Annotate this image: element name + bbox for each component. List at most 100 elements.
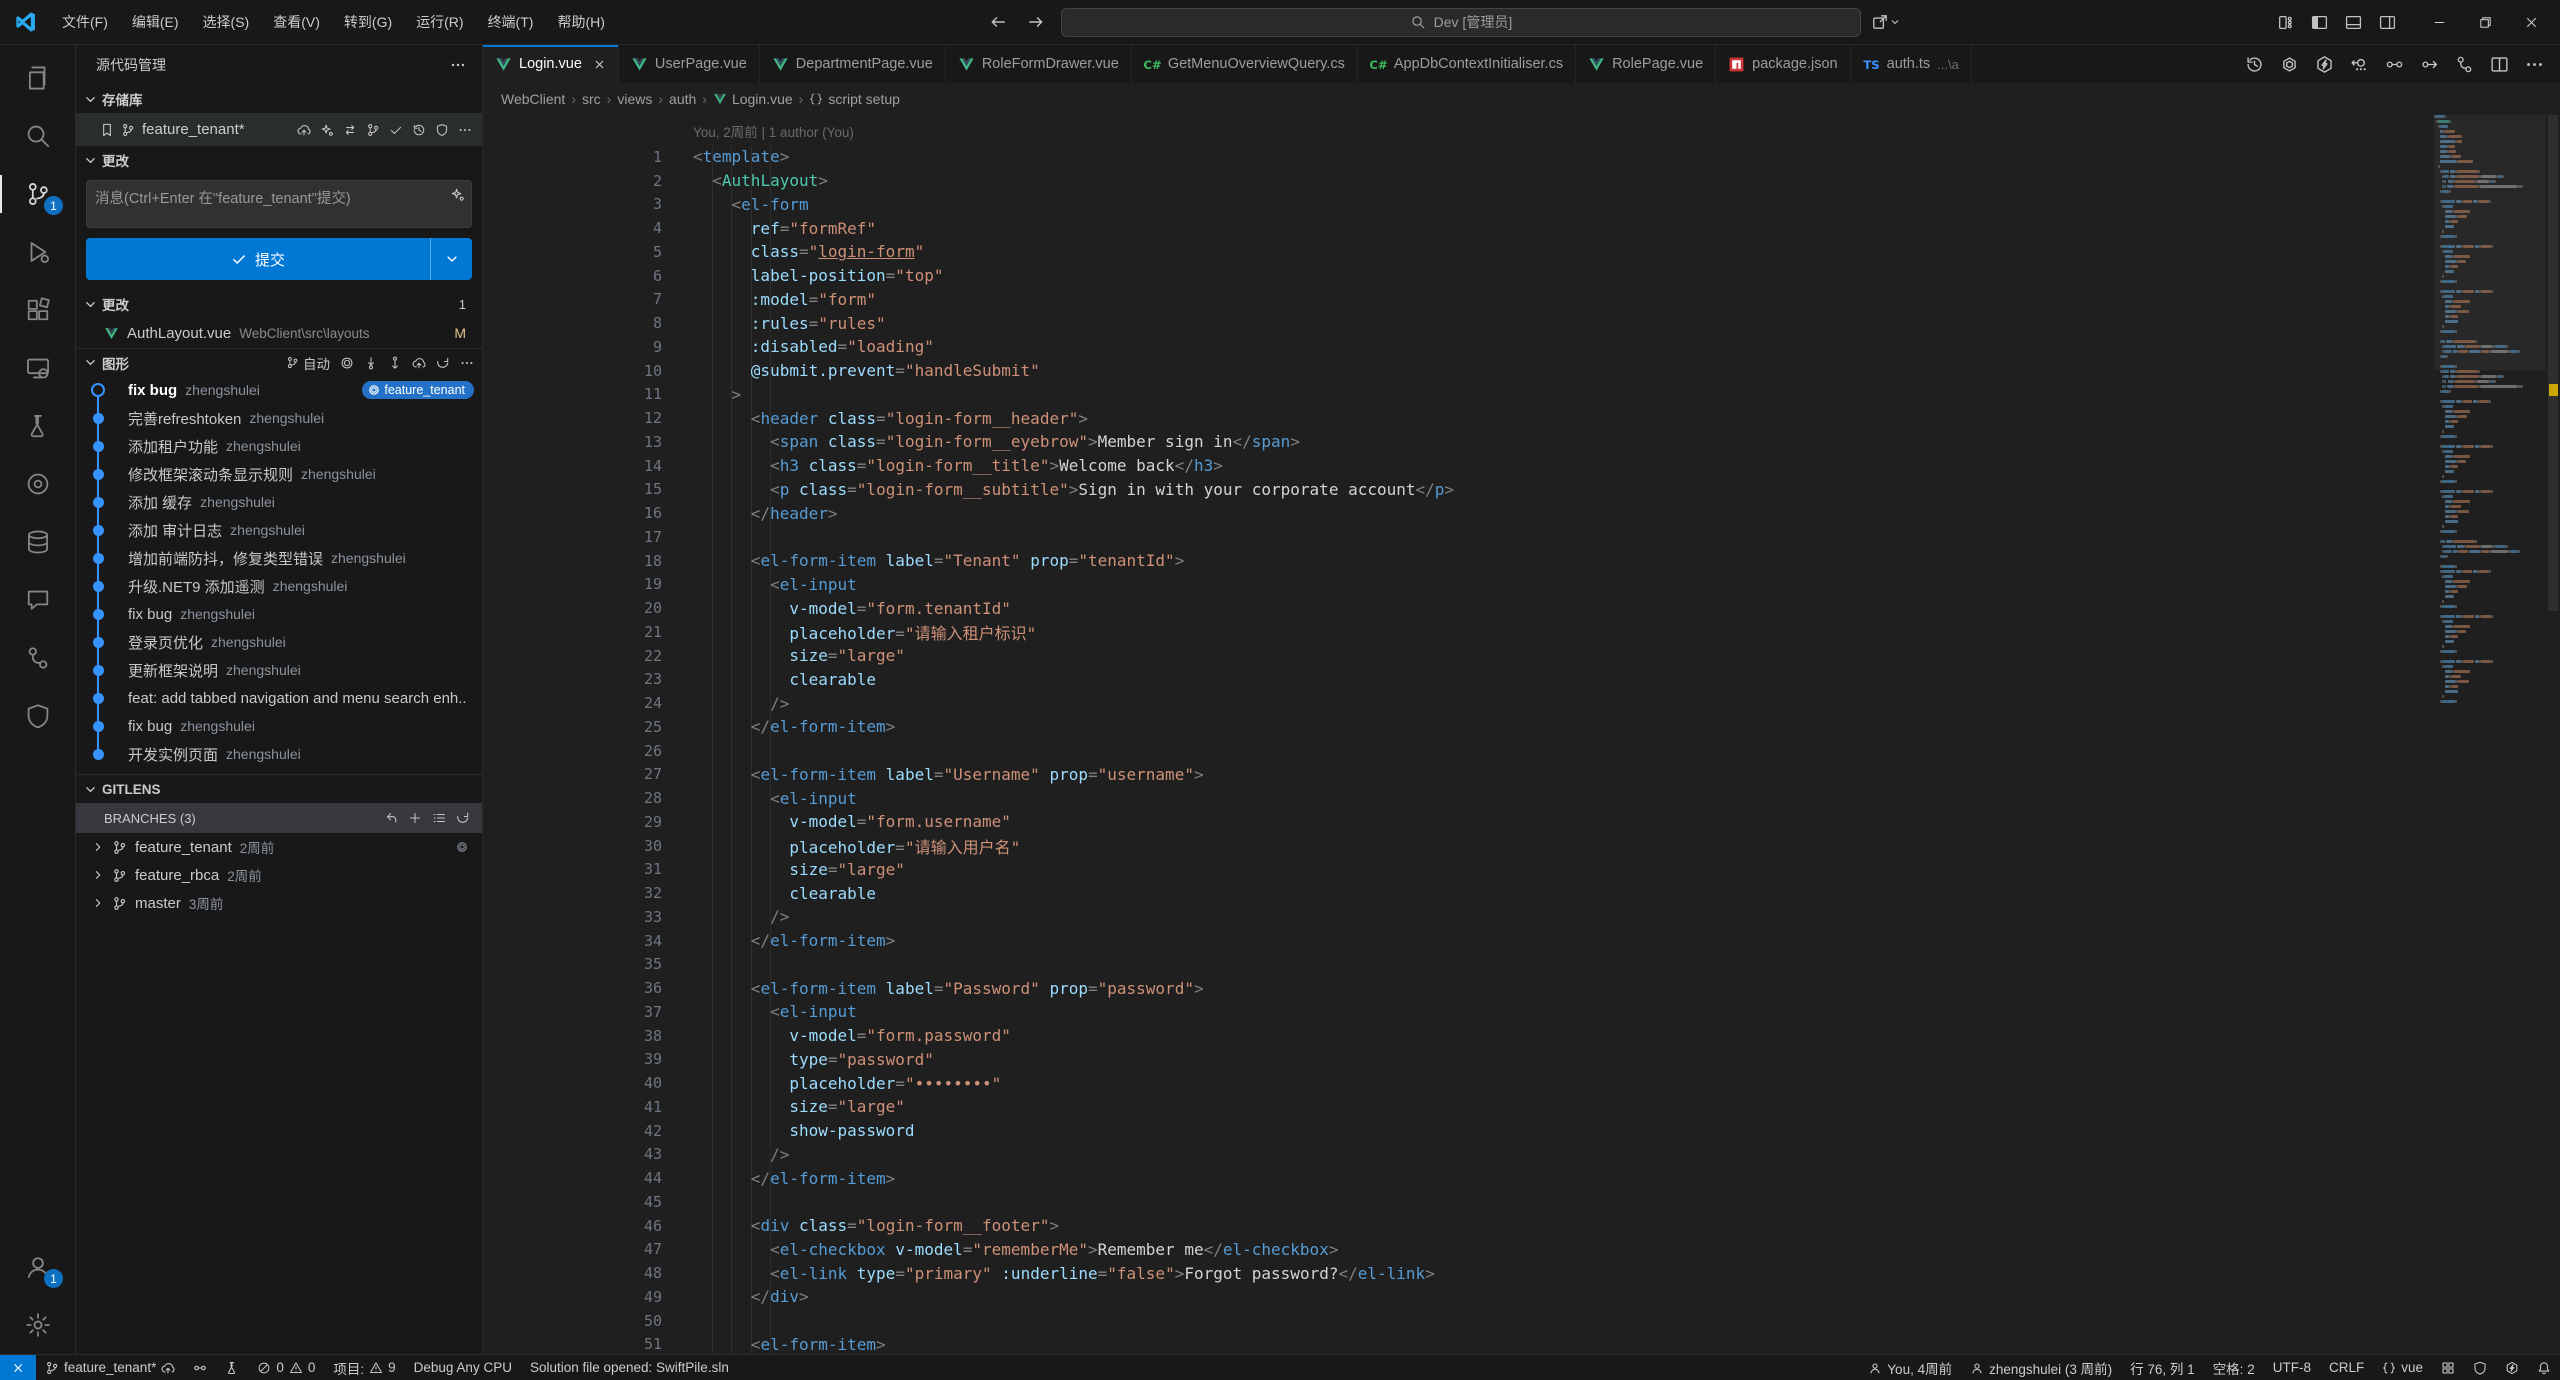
breadcrumb-item[interactable]: src <box>582 91 601 107</box>
menu-G[interactable]: 转到(G) <box>334 8 402 36</box>
branches-plus-icon[interactable] <box>408 811 422 825</box>
menu-S[interactable]: 选择(S) <box>193 8 260 36</box>
commit-row[interactable]: 更新框架说明 zhengshulei <box>76 656 482 684</box>
commit-row[interactable]: 添加 审计日志 zhengshulei <box>76 516 482 544</box>
status-remote-indicator[interactable] <box>0 1355 36 1380</box>
command-center-search[interactable]: Dev [管理员] <box>1061 8 1861 37</box>
tab-UserPage.vue[interactable]: UserPage.vue <box>619 45 760 83</box>
status-debug-config[interactable]: Debug Any CPU <box>405 1355 521 1380</box>
repo-action-branch-icon[interactable] <box>366 123 380 137</box>
toggle-sidebar-icon[interactable] <box>2304 8 2334 36</box>
commit-button[interactable]: 提交 <box>86 238 472 280</box>
activity-run-debug[interactable] <box>0 223 75 281</box>
graph-branch-fetch-icon[interactable] <box>364 356 378 370</box>
editor-action-compare-changes-icon[interactable] <box>2385 55 2404 74</box>
status-blame-you[interactable]: You, 4周前 <box>1859 1355 1961 1380</box>
changes-section-header[interactable]: 更改 1 <box>76 290 482 318</box>
graph-target-icon[interactable] <box>340 356 354 370</box>
menu-R[interactable]: 运行(R) <box>406 8 473 36</box>
editor-action-timeline-icon[interactable] <box>2245 55 2264 74</box>
commit-row[interactable]: 升级.NET9 添加遥测 zhengshulei <box>76 572 482 600</box>
repo-action-sparkle-icon[interactable] <box>320 123 334 137</box>
branches-switch-icon[interactable] <box>384 811 398 825</box>
editor-action-openai-icon[interactable] <box>2280 55 2299 74</box>
editor-action-split-editor-icon[interactable] <box>2490 55 2509 74</box>
commit-row[interactable]: 添加租户功能 zhengshulei <box>76 432 482 460</box>
repo-action-cloud-up-icon[interactable] <box>297 123 311 137</box>
activity-gitlens[interactable] <box>0 455 75 513</box>
status-extension-grid[interactable] <box>2432 1355 2464 1380</box>
menu-F[interactable]: 文件(F) <box>52 8 118 36</box>
code-editor[interactable]: You, 2周前 | 1 author (You) 1 <template> 2… <box>483 115 2560 1354</box>
scrollbar[interactable] <box>2546 115 2560 1354</box>
breadcrumb-item[interactable]: views <box>617 91 652 107</box>
expand-chevron-icon[interactable] <box>92 841 104 853</box>
repository-row[interactable]: feature_tenant* <box>76 113 482 146</box>
status-encoding[interactable]: UTF-8 <box>2264 1355 2320 1380</box>
back-icon[interactable] <box>983 8 1013 36</box>
branch-pill[interactable]: feature_tenant <box>362 381 474 399</box>
activity-database[interactable] <box>0 513 75 571</box>
branch-row-feature_rbca[interactable]: feature_rbca 2周前 <box>76 861 482 889</box>
commit-section-header[interactable]: 更改 <box>76 146 482 174</box>
commit-row[interactable]: fix bug zhengshulei <box>76 600 482 628</box>
branches-refresh-icon[interactable] <box>456 811 470 825</box>
status-problems[interactable]: 00 <box>248 1355 324 1380</box>
status-notifications[interactable] <box>2528 1355 2560 1380</box>
menu-T[interactable]: 终端(T) <box>478 8 544 36</box>
tab-RoleFormDrawer.vue[interactable]: RoleFormDrawer.vue <box>946 45 1132 83</box>
commit-row[interactable]: 登录页优化 zhengshulei <box>76 628 482 656</box>
activity-search[interactable] <box>0 107 75 165</box>
repositories-section-header[interactable]: 存储库 <box>76 85 482 113</box>
repo-action-history-icon[interactable] <box>412 123 426 137</box>
status-csharp-status[interactable] <box>2464 1355 2496 1380</box>
menu-H[interactable]: 帮助(H) <box>547 8 614 36</box>
graph-cloud-up-icon[interactable] <box>412 356 426 370</box>
graph-ellipsis-icon[interactable] <box>460 356 474 370</box>
status-eol[interactable]: CRLF <box>2320 1355 2373 1380</box>
restore-icon[interactable] <box>2462 2 2508 42</box>
close-icon[interactable] <box>2508 2 2554 42</box>
activity-extensions[interactable] <box>0 281 75 339</box>
sidebar-more-icon[interactable] <box>450 57 466 73</box>
activity-settings[interactable] <box>0 1296 75 1354</box>
activity-testing[interactable] <box>0 397 75 455</box>
branch-row-master[interactable]: master 3周前 <box>76 889 482 917</box>
commit-row[interactable]: feat: add tabbed navigation and menu sea… <box>76 684 482 712</box>
branches-list-tree-icon[interactable] <box>432 811 446 825</box>
customize-layout-icon[interactable] <box>2270 8 2300 36</box>
toggle-secondary-sidebar-icon[interactable] <box>2372 8 2402 36</box>
repo-action-shield-icon[interactable] <box>435 123 449 137</box>
commit-row[interactable]: 增加前端防抖，修复类型错误 zhengshulei <box>76 544 482 572</box>
forward-icon[interactable] <box>1021 8 1051 36</box>
tab-RolePage.vue[interactable]: RolePage.vue <box>1576 45 1716 83</box>
changed-file-row[interactable]: AuthLayout.vue WebClient\src\layouts M <box>76 318 482 348</box>
expand-chevron-icon[interactable] <box>92 869 104 881</box>
breadcrumb-item[interactable]: Login.vue <box>713 91 793 107</box>
breadcrumb-item[interactable]: auth <box>669 91 696 107</box>
graph-auto-toggle[interactable]: 自动 <box>286 353 330 373</box>
status-language-mode[interactable]: vue <box>2373 1355 2432 1380</box>
activity-security[interactable] <box>0 687 75 745</box>
activity-commit-graph[interactable] <box>0 629 75 687</box>
status-project-problems[interactable]: 项目:9 <box>324 1355 404 1380</box>
repo-action-check-icon[interactable] <box>389 123 403 137</box>
editor-action-ellipsis-icon[interactable] <box>2525 55 2544 74</box>
commit-row[interactable]: 修改框架滚动条显示规则 zhengshulei <box>76 460 482 488</box>
breadcrumb-item[interactable]: script setup <box>809 91 900 107</box>
status-branch-sync[interactable] <box>184 1355 216 1380</box>
tab-DepartmentPage.vue[interactable]: DepartmentPage.vue <box>760 45 946 83</box>
activity-account[interactable]: 1 <box>0 1238 75 1296</box>
status-blame-author[interactable]: zhengshulei (3 周前) <box>1961 1355 2121 1380</box>
graph-section-header[interactable]: 图形 自动 <box>76 348 482 376</box>
status-solution-status[interactable]: Solution file opened: SwiftPile.sln <box>521 1355 738 1380</box>
menu-V[interactable]: 查看(V) <box>263 8 330 36</box>
commit-row[interactable]: 添加 缓存 zhengshulei <box>76 488 482 516</box>
commit-row[interactable]: fix bug zhengshulei <box>76 712 482 740</box>
tab-AppDbContextInitialiser.cs[interactable]: C# AppDbContextInitialiser.cs <box>1358 45 1576 83</box>
activity-remote-explorer[interactable] <box>0 339 75 397</box>
status-branch-status[interactable]: feature_tenant* <box>36 1355 184 1380</box>
minimap[interactable] <box>2434 115 2546 1354</box>
status-indentation[interactable]: 空格: 2 <box>2204 1355 2264 1380</box>
breadcrumb-item[interactable]: WebClient <box>501 91 565 107</box>
